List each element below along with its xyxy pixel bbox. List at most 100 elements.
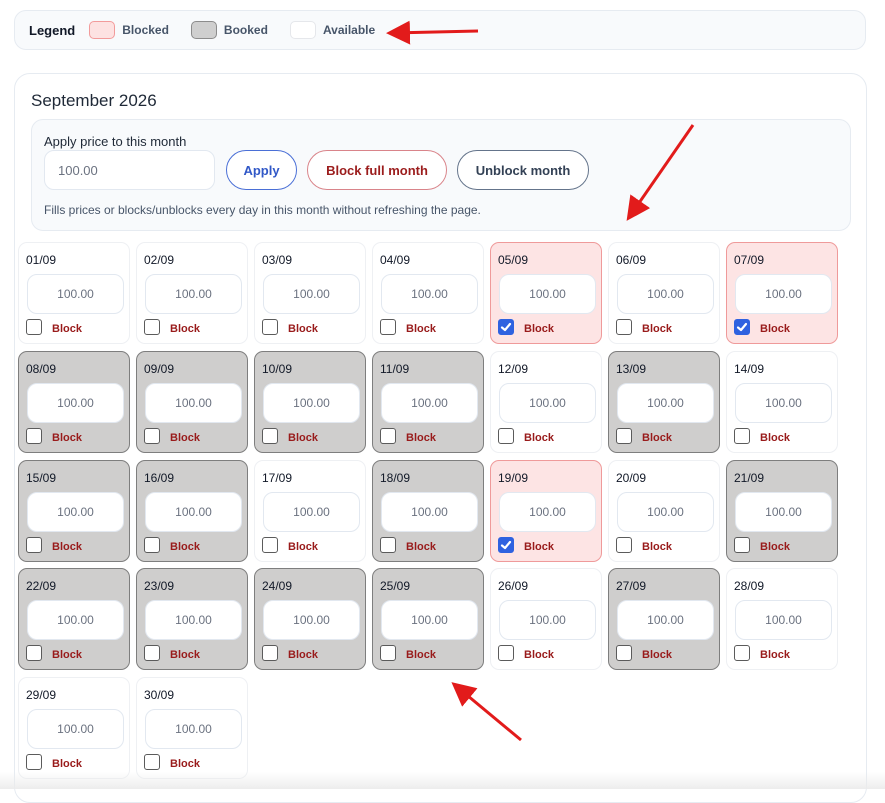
day-block-checkbox[interactable] [144,754,160,770]
day-price-input[interactable] [145,600,242,640]
day-cell: 25/09 Block [372,568,484,670]
day-date: 20/09 [616,471,647,485]
day-cell: 24/09 Block [254,568,366,670]
day-price-input[interactable] [27,492,124,532]
day-block-checkbox[interactable] [498,428,514,444]
day-price-input[interactable] [617,274,714,314]
day-price-input[interactable] [735,492,832,532]
day-block-label: Block [406,649,436,661]
legend-title: Legend [29,22,76,38]
day-block-label: Block [406,541,436,553]
day-block-checkbox[interactable] [734,428,750,444]
day-date: 16/09 [144,471,175,485]
day-date: 11/09 [380,362,410,376]
month-title: September 2026 [31,91,157,110]
day-cell: 14/09 Block [726,351,838,453]
day-price-input[interactable] [27,709,124,749]
day-block-label: Block [52,758,82,770]
day-block-label: Block [760,541,790,553]
day-price-input[interactable] [381,492,478,532]
day-price-input[interactable] [145,709,242,749]
day-block-checkbox[interactable] [26,754,42,770]
day-block-checkbox[interactable] [734,537,750,553]
day-price-input[interactable] [381,383,478,423]
day-block-checkbox[interactable] [262,428,278,444]
day-block-checkbox[interactable] [380,319,396,335]
day-block-checkbox[interactable] [144,319,160,335]
legend-label-blocked: Blocked [122,23,169,37]
day-block-checkbox[interactable] [498,319,514,335]
day-price-input[interactable] [381,600,478,640]
day-block-checkbox[interactable] [26,319,42,335]
day-block-checkbox[interactable] [616,537,632,553]
day-price-input[interactable] [145,492,242,532]
day-block-checkbox[interactable] [616,428,632,444]
day-block-label: Block [170,323,200,335]
day-price-input[interactable] [735,600,832,640]
day-price-input[interactable] [617,492,714,532]
checkmark-icon [736,322,748,332]
day-block-label: Block [52,649,82,661]
day-price-input[interactable] [263,274,360,314]
day-price-input[interactable] [27,600,124,640]
day-block-checkbox[interactable] [498,645,514,661]
day-price-input[interactable] [617,600,714,640]
day-block-checkbox[interactable] [616,319,632,335]
day-cell: 09/09 Block [136,351,248,453]
day-block-checkbox[interactable] [26,428,42,444]
day-price-input[interactable] [263,600,360,640]
day-price-input[interactable] [735,383,832,423]
day-price-input[interactable] [27,383,124,423]
day-cell: 07/09 Block [726,242,838,344]
day-date: 15/09 [26,471,57,485]
day-block-label: Block [524,541,554,553]
day-block-label: Block [170,432,200,444]
day-block-checkbox[interactable] [26,537,42,553]
day-block-label: Block [52,432,82,444]
day-block-checkbox[interactable] [262,645,278,661]
day-date: 06/09 [616,253,647,267]
day-date: 21/09 [734,471,765,485]
day-price-input[interactable] [263,383,360,423]
day-price-input[interactable] [145,383,242,423]
day-price-input[interactable] [735,274,832,314]
month-help-text: Fills prices or blocks/unblocks every da… [44,203,481,217]
day-cell: 12/09 Block [490,351,602,453]
day-block-checkbox[interactable] [734,319,750,335]
day-block-checkbox[interactable] [144,428,160,444]
day-date: 10/09 [262,362,293,376]
day-block-checkbox[interactable] [498,537,514,553]
day-cell: 26/09 Block [490,568,602,670]
day-cell: 01/09 Block [18,242,130,344]
day-price-input[interactable] [27,274,124,314]
day-block-checkbox[interactable] [616,645,632,661]
day-price-input[interactable] [499,274,596,314]
month-price-input[interactable] [44,150,215,190]
day-price-input[interactable] [617,383,714,423]
day-block-checkbox[interactable] [380,428,396,444]
day-block-checkbox[interactable] [144,537,160,553]
block-full-month-button[interactable]: Block full month [307,150,447,190]
day-price-input[interactable] [499,492,596,532]
day-block-checkbox[interactable] [144,645,160,661]
day-date: 29/09 [26,688,57,702]
day-block-checkbox[interactable] [262,537,278,553]
day-block-checkbox[interactable] [380,537,396,553]
day-block-checkbox[interactable] [26,645,42,661]
day-block-label: Block [170,758,200,770]
day-date: 23/09 [144,579,175,593]
day-cell: 04/09 Block [372,242,484,344]
unblock-month-button[interactable]: Unblock month [457,150,589,190]
day-block-label: Block [642,432,672,444]
day-price-input[interactable] [381,274,478,314]
day-block-checkbox[interactable] [734,645,750,661]
day-price-input[interactable] [499,383,596,423]
day-price-input[interactable] [499,600,596,640]
day-block-checkbox[interactable] [380,645,396,661]
day-price-input[interactable] [263,492,360,532]
apply-button[interactable]: Apply [226,150,297,190]
day-price-input[interactable] [145,274,242,314]
day-date: 03/09 [262,253,293,267]
day-cell: 06/09 Block [608,242,720,344]
day-block-checkbox[interactable] [262,319,278,335]
